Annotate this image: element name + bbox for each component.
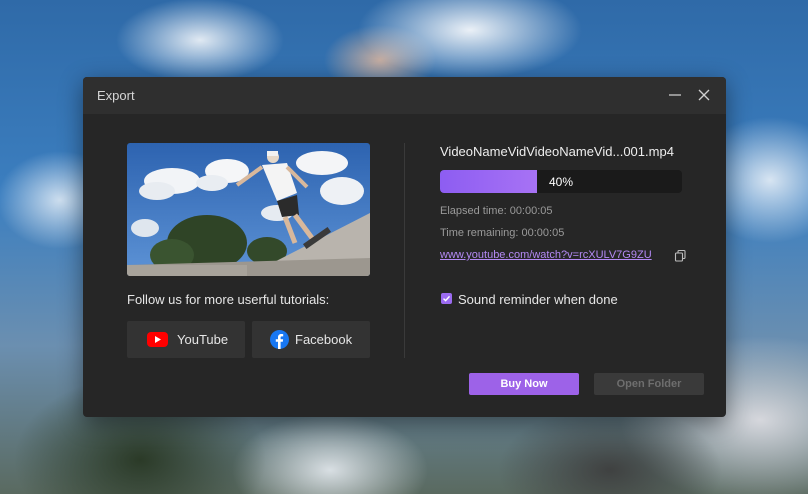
close-button[interactable] (696, 87, 712, 103)
minimize-button[interactable] (667, 87, 683, 103)
open-folder-button: Open Folder (594, 373, 704, 395)
export-dialog: Export Follow us for more userful tutori… (83, 77, 726, 417)
export-filename: VideoNameVidVideoNameVid...001.mp4 (440, 144, 674, 159)
copy-icon (674, 249, 686, 262)
facebook-label: Facebook (295, 332, 353, 347)
title-bar: Export (83, 77, 726, 114)
minimize-icon (669, 94, 681, 96)
buy-now-button[interactable]: Buy Now (469, 373, 579, 395)
sound-reminder-checkbox[interactable] (441, 293, 452, 304)
progress-percent: 40% (548, 175, 574, 189)
video-link[interactable]: www.youtube.com/watch?v=rcXULV7G9ZU (440, 249, 652, 261)
video-thumbnail (127, 143, 370, 276)
youtube-button[interactable]: YouTube (127, 321, 245, 358)
facebook-icon (270, 330, 289, 354)
elapsed-time: Elapsed time: 00:00:05 (440, 205, 553, 217)
checkmark-icon (443, 295, 451, 302)
youtube-icon (147, 332, 168, 352)
sound-reminder-label: Sound reminder when done (458, 292, 618, 307)
follow-us-text: Follow us for more userful tutorials: (127, 292, 330, 307)
vertical-divider (404, 143, 405, 358)
youtube-label: YouTube (177, 332, 229, 347)
export-progress-bar: 40% (440, 170, 682, 193)
facebook-button[interactable]: Facebook (252, 321, 370, 358)
copy-link-button[interactable] (674, 249, 687, 262)
dialog-title: Export (97, 88, 135, 103)
time-remaining: Time remaining: 00:00:05 (440, 227, 565, 239)
close-icon (698, 89, 710, 101)
